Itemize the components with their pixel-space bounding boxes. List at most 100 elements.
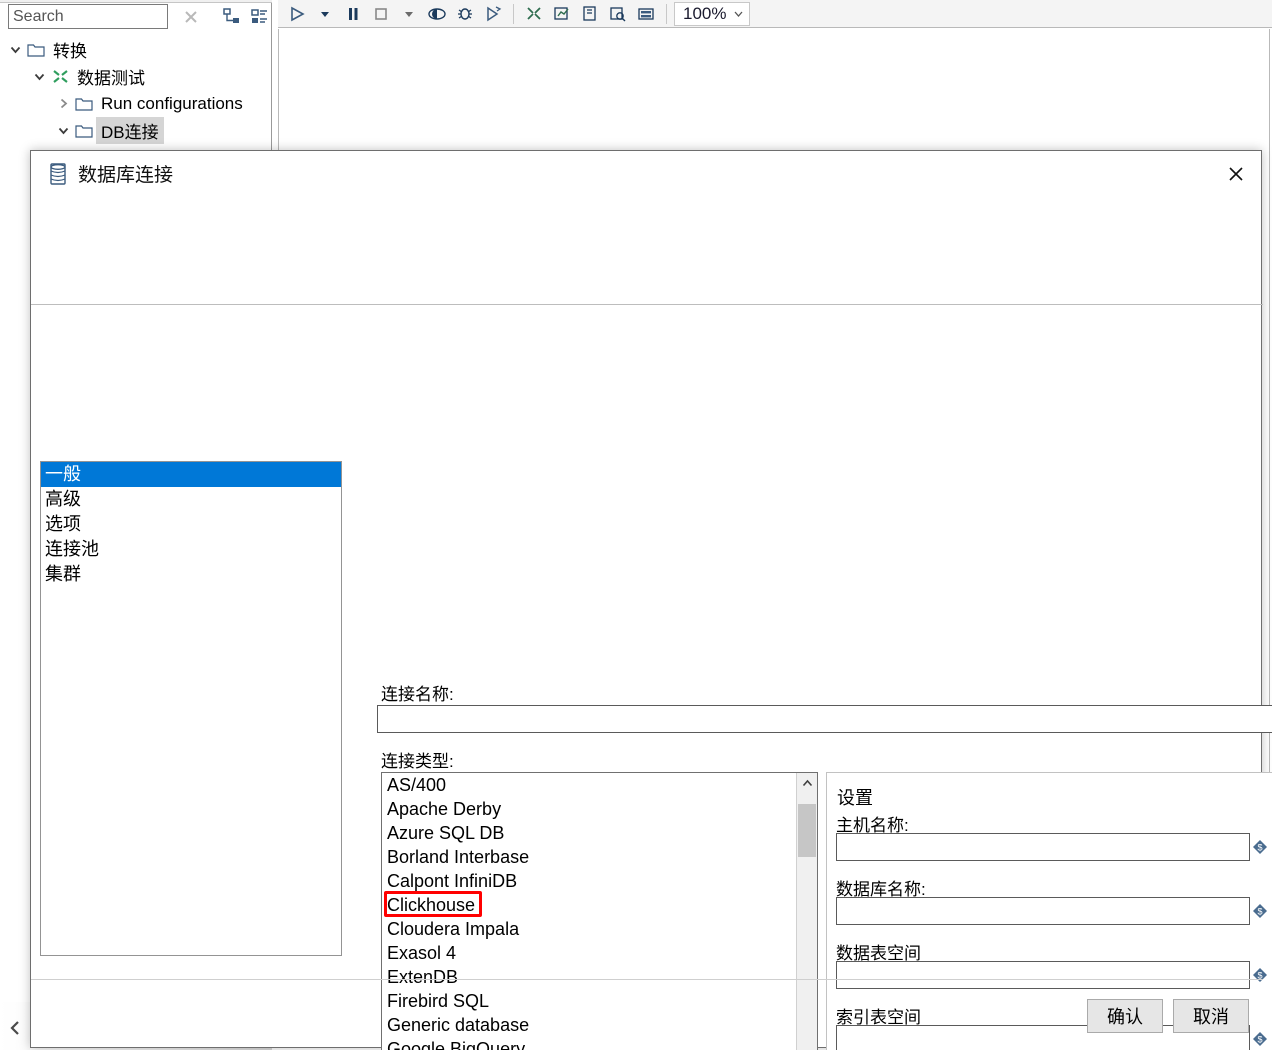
close-icon[interactable] — [1219, 159, 1253, 189]
zoom-level-dropdown[interactable]: 100% — [674, 1, 751, 26]
list-item[interactable]: Azure SQL DB — [382, 821, 796, 845]
scroll-down-icon[interactable] — [797, 1043, 817, 1050]
svg-text:$: $ — [1257, 843, 1262, 853]
list-item[interactable]: Exasol 4 — [382, 941, 796, 965]
list-item-label: Clickhouse — [387, 895, 476, 915]
list-item-label: Firebird SQL — [387, 991, 490, 1011]
list-item[interactable]: Firebird SQL — [382, 989, 796, 1013]
inspect-icon[interactable] — [605, 2, 631, 26]
list-item[interactable]: Google BigQuery — [382, 1037, 796, 1050]
panel-toolbar-strip — [0, 0, 272, 3]
toolbar-separator — [513, 3, 514, 24]
nav-item-clustering[interactable]: 集群 — [41, 562, 341, 587]
folder-icon — [24, 42, 48, 58]
nav-item-label: 一般 — [45, 464, 81, 484]
scroll-up-icon[interactable] — [797, 773, 817, 793]
metrics-icon[interactable] — [549, 2, 575, 26]
connection-type-listbox[interactable]: AS/400 Apache Derby Azure SQL DB Borland… — [381, 772, 818, 1050]
field-hostname: 主机名称: $ — [836, 811, 1268, 861]
chevron-down-icon[interactable] — [30, 70, 48, 83]
list-item-label: AS/400 — [387, 775, 447, 795]
connection-name-input[interactable] — [377, 705, 1272, 733]
chevron-down-icon[interactable] — [54, 124, 72, 137]
field-database-name: 数据库名称: $ — [836, 875, 1268, 925]
list-item[interactable]: Generic database — [382, 1013, 796, 1037]
screen: 100% Search 转换 数据测试 Run configurations D… — [0, 0, 1272, 1050]
project-tree: 转换 数据测试 Run configurations DB连接 — [0, 36, 272, 144]
scrollbar-thumb[interactable] — [798, 804, 816, 857]
transformation-icon — [48, 68, 72, 85]
list-item-label: Borland Interbase — [387, 847, 530, 867]
search-input[interactable] — [8, 4, 168, 29]
clear-search-icon[interactable] — [180, 5, 202, 29]
list-item-label: Cloudera Impala — [387, 919, 520, 939]
dialog-footer-separator — [31, 979, 1263, 980]
field-data-tablespace: 数据表空间 $ — [836, 939, 1268, 989]
hostname-input[interactable] — [836, 833, 1250, 861]
variable-icon[interactable]: $ — [1252, 1031, 1268, 1047]
list-item-clickhouse[interactable]: Clickhouse — [382, 891, 796, 917]
list-item[interactable]: Calpont InfiniDB — [382, 869, 796, 893]
connection-type-label: 连接类型: — [381, 752, 454, 771]
collapse-tree-icon[interactable] — [248, 5, 270, 29]
tree-item-run-configurations[interactable]: Run configurations — [0, 90, 272, 117]
tree-item-数据测试[interactable]: 数据测试 — [0, 63, 272, 90]
chevron-right-icon[interactable] — [54, 97, 72, 110]
stop-icon[interactable] — [368, 2, 394, 26]
tree-item-label: 转换 — [53, 42, 87, 61]
svg-text:$: $ — [1257, 1035, 1262, 1045]
tree-item-label: DB连接 — [96, 117, 164, 144]
list-item[interactable]: ExtenDB — [382, 965, 796, 989]
connection-type-list: AS/400 Apache Derby Azure SQL DB Borland… — [382, 773, 796, 1050]
dialog-titlebar: 数据库连接 — [31, 151, 1261, 196]
cancel-button[interactable]: 取消 — [1173, 999, 1249, 1033]
database-icon — [47, 162, 69, 186]
database-connection-dialog: 数据库连接 一般 高级 选项 连接池 集群 连接名称: 连接类型: AS/400… — [30, 150, 1272, 1050]
pause-icon[interactable] — [340, 2, 366, 26]
svg-text:$: $ — [1257, 907, 1262, 917]
tree-item-label: 数据测试 — [77, 69, 145, 88]
expand-tree-icon[interactable] — [220, 5, 242, 29]
transformation-icon[interactable] — [521, 2, 547, 26]
run-dropdown-icon[interactable] — [312, 2, 338, 26]
toolbar-separator-2 — [666, 3, 667, 24]
variable-icon[interactable]: $ — [1252, 903, 1268, 919]
database-name-input[interactable] — [836, 897, 1250, 925]
folder-icon — [72, 96, 96, 112]
nav-item-general[interactable]: 一般 — [41, 462, 341, 487]
connection-type-scrollbar[interactable] — [796, 773, 817, 1050]
connection-name-label: 连接名称: — [381, 685, 454, 704]
list-item[interactable]: AS/400 — [382, 773, 796, 797]
stop-dropdown-icon[interactable] — [396, 2, 422, 26]
list-item[interactable]: Cloudera Impala — [382, 917, 796, 941]
nav-item-advanced[interactable]: 高级 — [41, 487, 341, 512]
list-item[interactable]: Borland Interbase — [382, 845, 796, 869]
variable-icon[interactable]: $ — [1252, 967, 1268, 983]
field-label: 数据表空间 — [836, 944, 921, 963]
chevron-down-icon[interactable] — [6, 43, 24, 56]
grid-icon[interactable] — [633, 2, 659, 26]
list-item-label: ExtenDB — [387, 967, 459, 987]
list-item[interactable]: Apache Derby — [382, 797, 796, 821]
tree-item-db-connection[interactable]: DB连接 — [0, 117, 272, 144]
nav-item-pooling[interactable]: 连接池 — [41, 537, 341, 562]
tree-item-转换[interactable]: 转换 — [0, 36, 272, 63]
list-item-label: Exasol 4 — [387, 943, 457, 963]
field-label: 数据库名称: — [836, 880, 926, 899]
variable-icon[interactable]: $ — [1252, 839, 1268, 855]
preview-icon[interactable] — [424, 2, 450, 26]
field-label: 主机名称: — [836, 816, 909, 835]
ok-button[interactable]: 确认 — [1087, 999, 1163, 1033]
log-icon[interactable] — [577, 2, 603, 26]
nav-item-options[interactable]: 选项 — [41, 512, 341, 537]
replay-icon[interactable] — [480, 2, 506, 26]
nav-item-label: 高级 — [45, 489, 81, 509]
run-icon[interactable] — [284, 2, 310, 26]
dialog-body: 一般 高级 选项 连接池 集群 连接名称: 连接类型: AS/400 Apach… — [31, 305, 1272, 1050]
collapse-panel-icon[interactable] — [4, 1014, 26, 1042]
chevron-down-icon — [734, 11, 743, 17]
data-tablespace-input[interactable] — [836, 961, 1250, 989]
nav-item-label: 集群 — [45, 564, 81, 584]
debug-icon[interactable] — [452, 2, 478, 26]
settings-title: 设置 — [837, 788, 873, 808]
